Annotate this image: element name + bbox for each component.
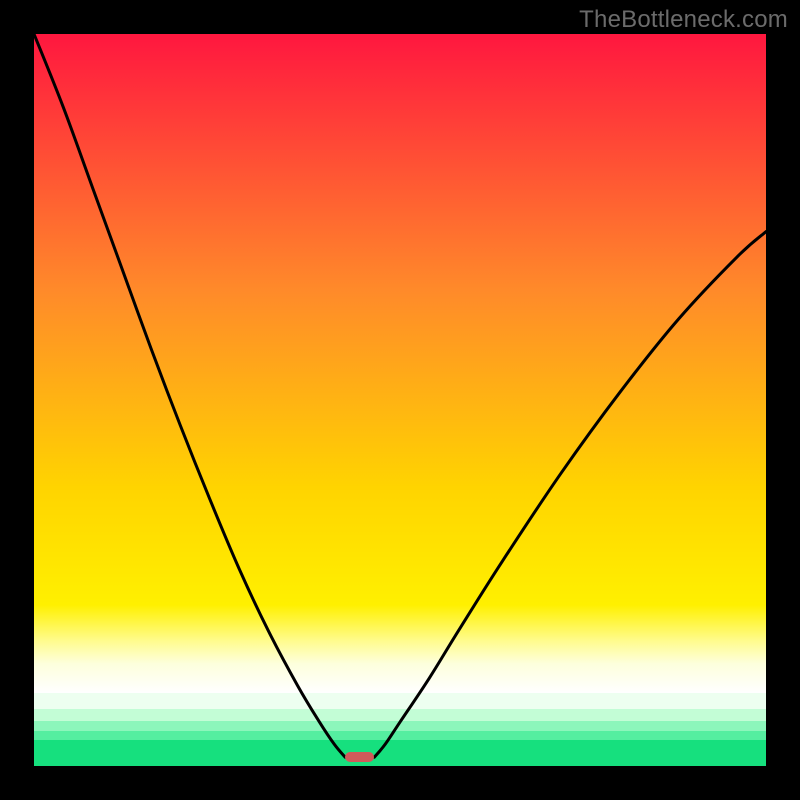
plot-area	[34, 34, 766, 766]
curve-left	[34, 34, 345, 757]
chart-frame: TheBottleneck.com	[0, 0, 800, 800]
watermark-text: TheBottleneck.com	[579, 6, 788, 34]
curve-layer	[34, 34, 766, 766]
dip-marker	[345, 752, 374, 762]
curve-right	[374, 232, 766, 758]
